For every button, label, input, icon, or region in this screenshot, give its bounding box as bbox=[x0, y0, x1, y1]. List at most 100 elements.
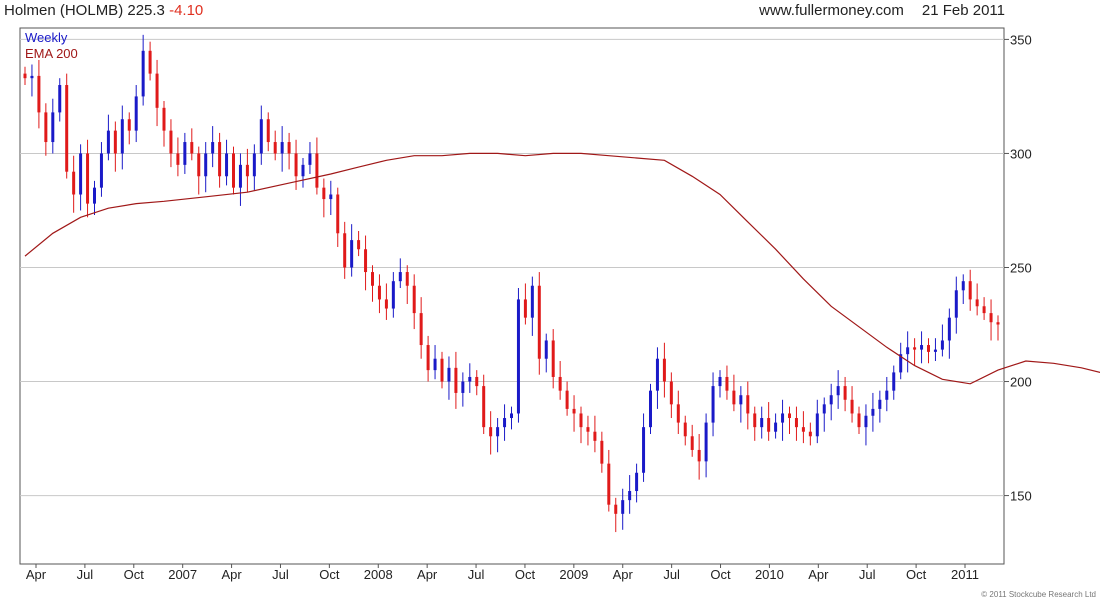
candle-body bbox=[259, 119, 263, 154]
candle-body bbox=[155, 73, 159, 108]
candle-body bbox=[676, 404, 680, 423]
candle bbox=[204, 142, 208, 193]
y-tick-label: 150 bbox=[1010, 489, 1032, 504]
candle bbox=[669, 372, 673, 419]
candle-body bbox=[815, 413, 819, 437]
x-tick-label: Apr bbox=[26, 567, 47, 582]
candle-body bbox=[377, 285, 381, 300]
candle-body bbox=[37, 75, 41, 113]
candle-body bbox=[384, 299, 388, 309]
candle bbox=[850, 386, 854, 423]
x-tick-label: Jul bbox=[663, 567, 680, 582]
candle-body bbox=[99, 153, 103, 188]
candle bbox=[982, 297, 986, 320]
candle bbox=[23, 66, 27, 86]
candle-body bbox=[412, 285, 416, 314]
candle bbox=[774, 413, 778, 439]
candle-body bbox=[315, 153, 319, 188]
candle bbox=[739, 386, 743, 423]
candle bbox=[245, 148, 249, 193]
candle-body bbox=[947, 317, 951, 341]
candle bbox=[725, 365, 729, 400]
candle-body bbox=[336, 194, 340, 234]
candle-body bbox=[51, 112, 55, 143]
candle-body bbox=[878, 399, 882, 409]
candle-body bbox=[892, 372, 896, 391]
candle-body bbox=[600, 440, 604, 464]
candle bbox=[871, 392, 875, 432]
candle bbox=[843, 376, 847, 412]
candle bbox=[65, 73, 69, 179]
x-tick-label: Oct bbox=[124, 567, 145, 582]
candle-body bbox=[767, 418, 771, 432]
candle-body bbox=[245, 164, 249, 177]
candle bbox=[141, 34, 145, 106]
candle-body bbox=[343, 233, 347, 268]
candle bbox=[238, 153, 242, 206]
candle-body bbox=[871, 408, 875, 416]
candle bbox=[989, 299, 993, 341]
candle-body bbox=[753, 413, 757, 428]
candle-body bbox=[954, 290, 958, 318]
candle-body bbox=[704, 422, 708, 462]
x-tick-label: Oct bbox=[906, 567, 927, 582]
candle bbox=[635, 463, 639, 503]
y-tick-label: 300 bbox=[1010, 146, 1032, 161]
candle bbox=[44, 103, 48, 156]
y-tick-label: 350 bbox=[1010, 32, 1032, 47]
candle-body bbox=[864, 415, 868, 428]
candle-body bbox=[183, 142, 187, 165]
candle bbox=[482, 374, 486, 434]
candle bbox=[426, 335, 430, 382]
legend-ema: EMA 200 bbox=[25, 46, 78, 61]
candle bbox=[412, 274, 416, 330]
legend-weekly: Weekly bbox=[25, 30, 68, 45]
candle bbox=[433, 345, 437, 380]
x-tick-label: 2007 bbox=[168, 567, 197, 582]
x-tick-label: Jul bbox=[77, 567, 94, 582]
candle-body bbox=[127, 119, 131, 131]
candle-body bbox=[711, 386, 715, 423]
candle-body bbox=[329, 194, 333, 200]
candle bbox=[607, 449, 611, 512]
candle-body bbox=[829, 395, 833, 405]
candle-body bbox=[655, 358, 659, 391]
candle bbox=[676, 390, 680, 434]
candle-body bbox=[496, 427, 500, 437]
candle-body bbox=[371, 272, 374, 286]
candle bbox=[79, 144, 83, 211]
candle-body bbox=[162, 107, 166, 131]
candle bbox=[760, 406, 764, 439]
candle-body bbox=[461, 381, 465, 393]
candle bbox=[558, 361, 562, 400]
x-tick-label: Apr bbox=[613, 567, 634, 582]
candle-body bbox=[211, 142, 215, 154]
candle-body bbox=[204, 153, 208, 177]
candle bbox=[836, 370, 840, 409]
candle-body bbox=[940, 340, 944, 350]
candle bbox=[155, 59, 159, 127]
candle bbox=[593, 415, 597, 453]
candle-body bbox=[920, 345, 924, 350]
candle-body bbox=[850, 399, 854, 414]
candle-body bbox=[475, 376, 479, 387]
candle bbox=[308, 142, 312, 174]
candle bbox=[176, 137, 180, 177]
candle bbox=[516, 288, 520, 423]
candle-body bbox=[718, 376, 722, 387]
candle-body bbox=[621, 500, 625, 514]
candle bbox=[93, 180, 96, 216]
ema-200-line bbox=[24, 152, 1100, 385]
candle bbox=[37, 59, 41, 129]
candle-body bbox=[690, 436, 694, 450]
candle bbox=[197, 146, 201, 195]
candlestick-chart: 150 200 250 300 350 Apr Jul Oct 2007 Apr Jul Oct 20… bbox=[19, 27, 1100, 582]
candle-body bbox=[398, 272, 402, 282]
candle bbox=[489, 411, 493, 455]
candle-body bbox=[44, 112, 48, 143]
candle-body bbox=[252, 153, 256, 177]
candle-body bbox=[440, 358, 444, 382]
candle bbox=[975, 283, 979, 316]
candle bbox=[600, 431, 604, 473]
candle-body bbox=[794, 418, 798, 428]
